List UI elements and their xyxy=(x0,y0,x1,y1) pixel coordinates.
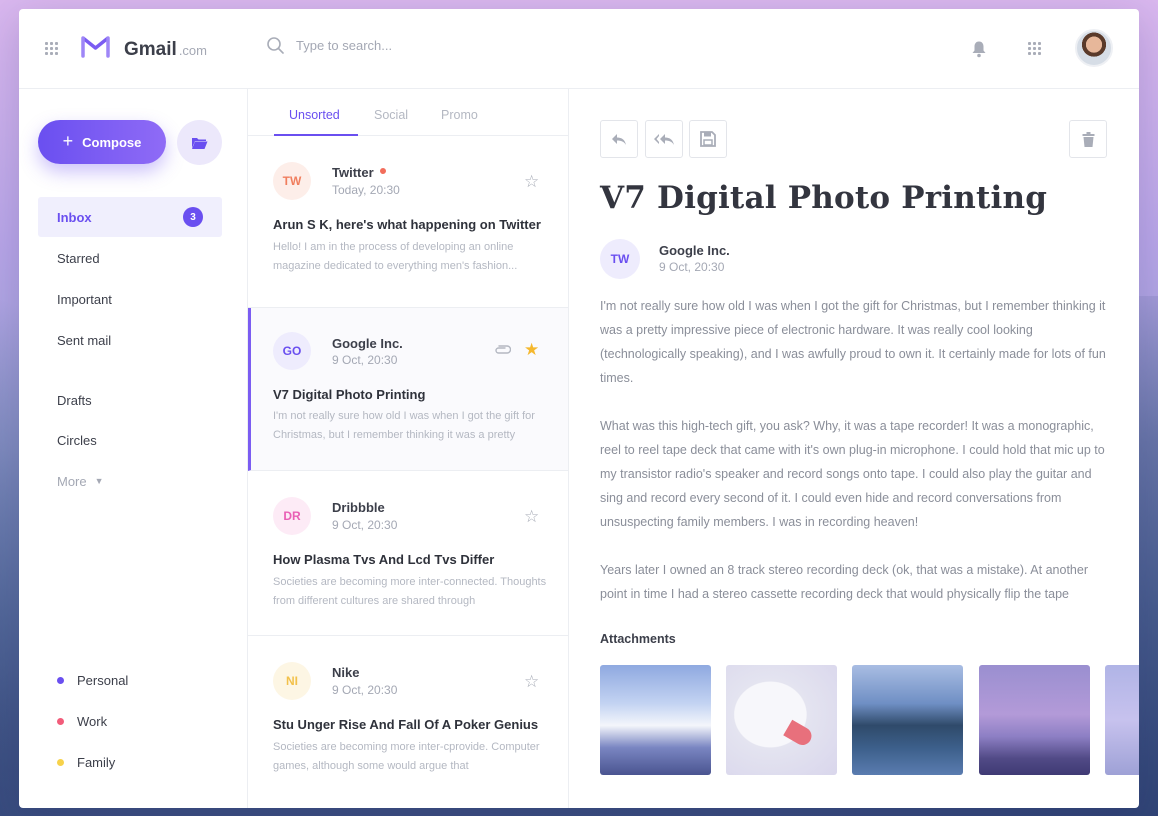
reading-pane: V7 Digital Photo Printing TW Google Inc.… xyxy=(569,89,1139,808)
unread-dot xyxy=(379,168,386,174)
inbox-count-badge: 3 xyxy=(183,207,203,227)
attachment-thumbnail[interactable] xyxy=(726,665,837,775)
plus-icon: + xyxy=(62,130,74,151)
star-icon[interactable]: ☆ xyxy=(524,507,539,527)
avatar: TW xyxy=(273,162,311,200)
attachment-thumbnail[interactable] xyxy=(852,665,963,775)
sidebar-item-drafts[interactable]: Drafts xyxy=(38,380,222,420)
mail-sender: Google Inc. xyxy=(332,336,403,351)
tab-unsorted[interactable]: Unsorted xyxy=(289,108,340,122)
sidebar-item-circles[interactable]: Circles xyxy=(38,420,222,460)
sender-avatar: TW xyxy=(600,239,640,279)
email-body: I'm not really sure how old I was when I… xyxy=(600,294,1110,630)
body-paragraph: What was this high-tech gift, you ask? W… xyxy=(600,419,1105,529)
star-icon[interactable]: ☆ xyxy=(524,672,539,692)
mail-sender: Nike xyxy=(332,665,360,680)
bell-icon[interactable] xyxy=(970,40,988,58)
search-bar[interactable]: Type to search... xyxy=(267,37,392,54)
mail-sender: Twitter xyxy=(332,165,386,180)
body-paragraph: Years later I owned an 8 track stereo re… xyxy=(600,563,1088,601)
mail-sender: Dribbble xyxy=(332,500,385,515)
avatar: NI xyxy=(273,662,311,700)
mail-preview: Societies are becoming more inter-connec… xyxy=(273,576,547,607)
search-icon xyxy=(267,37,284,54)
sidebar: + Compose Inbox 3 Starred Important Sent… xyxy=(19,89,248,808)
mail-window: Gmail .com Type to search... + Compose I… xyxy=(19,9,1139,808)
attachment-icon xyxy=(495,345,511,354)
header: Gmail .com Type to search... xyxy=(19,9,1139,89)
brand: Gmail .com xyxy=(124,39,207,60)
tab-promo[interactable]: Promo xyxy=(441,108,478,122)
reply-icon xyxy=(612,133,626,145)
folder-icon xyxy=(192,137,208,149)
list-item-selected[interactable]: GO Google Inc. 9 Oct, 20:30 ★ V7 Digital… xyxy=(248,308,568,471)
apps-grid-icon[interactable] xyxy=(45,42,58,55)
delete-button[interactable] xyxy=(1069,120,1107,158)
mail-preview: Societies are becoming more inter-cprovi… xyxy=(273,741,540,772)
sidebar-item-starred[interactable]: Starred xyxy=(38,238,222,278)
folder-button[interactable] xyxy=(177,120,222,165)
list-item[interactable]: TW Twitter Today, 20:30 ☆ Arun S K, here… xyxy=(248,136,568,308)
reply-all-button[interactable] xyxy=(645,120,683,158)
label-dot xyxy=(57,718,64,725)
mail-subject: How Plasma Tvs And Lcd Tvs Differ xyxy=(273,552,495,567)
attachments-title: Attachments xyxy=(600,632,676,646)
gmail-logo-icon xyxy=(81,36,110,58)
reply-all-icon xyxy=(654,133,674,145)
attachment-thumbnail[interactable] xyxy=(600,665,711,775)
label-family[interactable]: Family xyxy=(57,755,115,770)
save-icon xyxy=(700,131,716,147)
list-item[interactable]: DR Dribbble 9 Oct, 20:30 ☆ How Plasma Tv… xyxy=(248,471,568,636)
star-icon[interactable]: ☆ xyxy=(524,172,539,192)
reply-button[interactable] xyxy=(600,120,638,158)
mail-preview: I'm not really sure how old I was when I… xyxy=(273,410,535,441)
mail-list: Unsorted Social Promo TW Twitter Today, … xyxy=(248,89,569,808)
label-dot xyxy=(57,677,64,684)
save-button[interactable] xyxy=(689,120,727,158)
label-dot xyxy=(57,759,64,766)
chevron-down-icon: ▼ xyxy=(94,476,104,486)
mail-time: 9 Oct, 20:30 xyxy=(332,683,398,697)
apps-icon[interactable] xyxy=(1028,42,1041,55)
attachment-thumbnail[interactable] xyxy=(1105,665,1139,775)
sender-name: Google Inc. xyxy=(659,243,730,258)
mail-subject: V7 Digital Photo Printing xyxy=(273,387,426,402)
mail-time: Today, 20:30 xyxy=(332,183,400,197)
compose-button[interactable]: + Compose xyxy=(38,120,166,164)
tab-bar: Unsorted Social Promo xyxy=(248,89,568,136)
attachment-thumbnail[interactable] xyxy=(979,665,1090,775)
search-input[interactable]: Type to search... xyxy=(296,38,392,53)
avatar: DR xyxy=(273,497,311,535)
mail-subject: Arun S K, here's what happening on Twitt… xyxy=(273,217,541,232)
user-avatar[interactable] xyxy=(1075,29,1113,67)
sender-time: 9 Oct, 20:30 xyxy=(659,260,725,274)
body-paragraph: I'm not really sure how old I was when I… xyxy=(600,299,1106,385)
trash-icon xyxy=(1082,131,1094,147)
list-item[interactable]: NI Nike 9 Oct, 20:30 ☆ Stu Unger Rise An… xyxy=(248,636,568,808)
mail-time: 9 Oct, 20:30 xyxy=(332,353,398,367)
star-icon[interactable]: ★ xyxy=(524,340,539,360)
mail-preview: Hello! I am in the process of developing… xyxy=(273,241,518,272)
mail-time: 9 Oct, 20:30 xyxy=(332,518,398,532)
mail-subject: Stu Unger Rise And Fall Of A Poker Geniu… xyxy=(273,717,539,732)
label-personal[interactable]: Personal xyxy=(57,673,128,688)
label-work[interactable]: Work xyxy=(57,714,107,729)
sidebar-item-sent-mail[interactable]: Sent mail xyxy=(38,320,222,360)
tab-social[interactable]: Social xyxy=(374,108,408,122)
avatar: GO xyxy=(273,332,311,370)
sidebar-item-more[interactable]: More ▼ xyxy=(38,461,222,501)
swan-beak xyxy=(783,719,815,749)
sidebar-item-important[interactable]: Important xyxy=(38,279,222,319)
sidebar-item-inbox[interactable]: Inbox 3 xyxy=(38,197,222,237)
email-subject: V7 Digital Photo Printing xyxy=(600,180,1048,216)
